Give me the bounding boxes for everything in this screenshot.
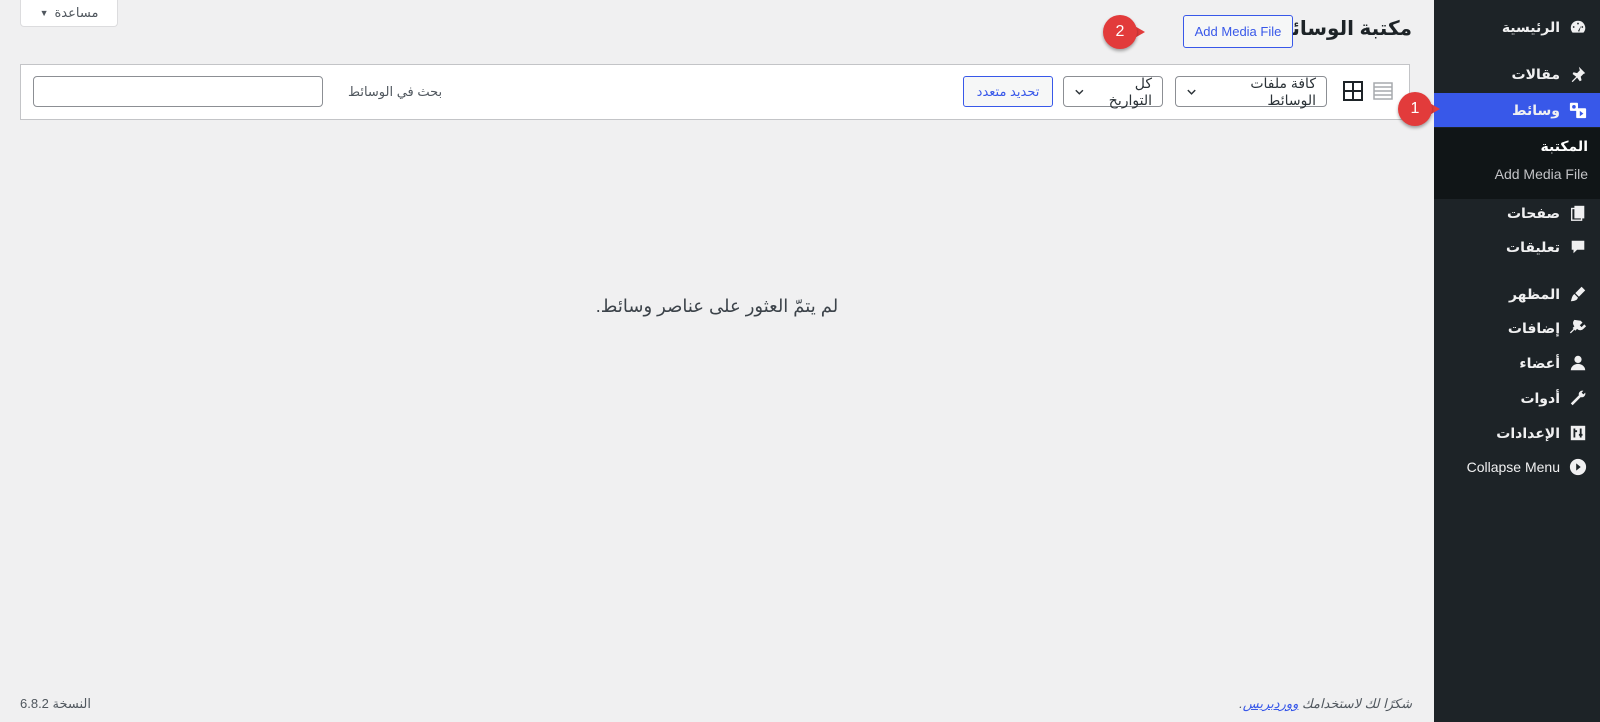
sidebar-item-appearance[interactable]: المظهر	[1434, 277, 1600, 311]
sidebar-label-media: وسائط	[1512, 101, 1560, 118]
submenu-item-add-media-file[interactable]: Add Media File	[1495, 166, 1588, 182]
chevron-down-icon	[1187, 89, 1196, 95]
user-icon	[1568, 353, 1588, 373]
dashboard-icon	[1568, 17, 1588, 37]
grid-view-icon[interactable]	[1342, 80, 1364, 102]
date-filter-value: كل التواريخ	[1108, 74, 1152, 108]
sidebar-item-users[interactable]: أعضاء	[1434, 346, 1600, 380]
sidebar-label-comments: تعليقات	[1506, 238, 1560, 255]
sidebar-item-comments[interactable]: تعليقات	[1434, 230, 1600, 264]
comment-icon	[1568, 237, 1588, 257]
list-view-icon[interactable]	[1372, 80, 1394, 102]
sidebar-label-appearance: المظهر	[1508, 285, 1560, 302]
help-label: مساعدة	[54, 5, 99, 20]
caret-down-icon: ▼	[39, 8, 49, 18]
sidebar-item-dashboard[interactable]: الرئيسية	[1434, 10, 1600, 44]
media-icon	[1568, 100, 1588, 120]
search-input[interactable]	[33, 76, 323, 107]
plugin-icon	[1568, 318, 1588, 338]
submenu-item-library[interactable]: المكتبة	[1540, 138, 1588, 155]
brush-icon	[1568, 284, 1588, 304]
media-submenu: المكتبة Add Media File	[1434, 128, 1600, 199]
sidebar-label-settings: الإعدادات	[1496, 424, 1560, 441]
pages-icon	[1568, 203, 1588, 223]
date-filter[interactable]: كل التواريخ	[1063, 74, 1163, 108]
wordpress-link[interactable]: ووردبريس	[1243, 696, 1299, 711]
step-marker-1-number: 1	[1398, 92, 1432, 126]
media-type-filter-value: كافة ملفات الوسائط	[1250, 74, 1316, 108]
sidebar-item-plugins[interactable]: إضافات	[1434, 311, 1600, 345]
step-marker-2: 2	[1103, 15, 1145, 49]
media-type-filter[interactable]: كافة ملفات الوسائط	[1175, 74, 1327, 108]
sidebar-label-users: أعضاء	[1519, 354, 1560, 371]
sidebar-label-collapse: Collapse Menu	[1466, 459, 1560, 475]
pin-icon	[1568, 64, 1588, 84]
sidebar-label-plugins: إضافات	[1507, 319, 1560, 336]
footer-thanks: شكرًا لك لاستخدامك ووردبريس.	[1239, 696, 1412, 712]
sidebar-label-pages: صفحات	[1506, 204, 1560, 221]
sidebar-item-settings[interactable]: الإعدادات	[1434, 416, 1600, 450]
step-marker-1: 1	[1398, 92, 1440, 126]
settings-icon	[1568, 423, 1588, 443]
sidebar-item-tools[interactable]: أدوات	[1434, 381, 1600, 415]
sidebar-item-pages[interactable]: صفحات	[1434, 196, 1600, 230]
sidebar-label-tools: أدوات	[1520, 389, 1560, 406]
collapse-menu-button[interactable]: Collapse Menu	[1434, 450, 1600, 484]
collapse-icon	[1568, 457, 1588, 477]
footer-thanks-prefix: شكرًا لك لاستخدامك	[1298, 696, 1412, 711]
sidebar-item-media[interactable]: وسائط	[1434, 93, 1600, 127]
wrench-icon	[1568, 388, 1588, 408]
footer-version: النسخة 6.8.2	[20, 696, 91, 711]
step-marker-2-number: 2	[1103, 15, 1137, 49]
bulk-select-button[interactable]: تحديد متعدد	[963, 76, 1053, 107]
admin-sidebar: الرئيسية مقالات وسائط المكتبة Add Media …	[1434, 0, 1600, 722]
sidebar-label-dashboard: الرئيسية	[1501, 18, 1560, 35]
search-label: بحث في الوسائط	[348, 84, 443, 99]
empty-media-message: لم يتمّ العثور على عناصر وسائط.	[595, 296, 839, 316]
chevron-down-icon	[1075, 89, 1084, 95]
add-media-file-button[interactable]: Add Media File	[1183, 15, 1293, 48]
sidebar-label-posts: مقالات	[1511, 65, 1561, 82]
sidebar-item-posts[interactable]: مقالات	[1434, 57, 1600, 91]
help-tab-button[interactable]: مساعدة ▼	[20, 0, 118, 27]
media-toolbar: كافة ملفات الوسائط كل التواريخ تحديد متع…	[20, 64, 1410, 120]
